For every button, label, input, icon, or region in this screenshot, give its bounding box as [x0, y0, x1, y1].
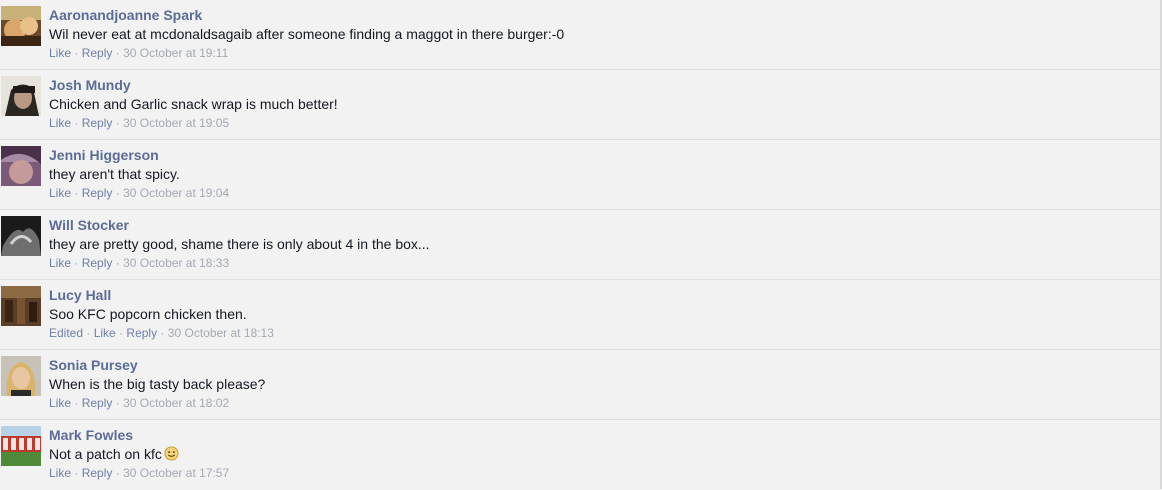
- comment-item: Sonia Pursey When is the big tasty back …: [0, 350, 1160, 420]
- separator: ·: [119, 326, 124, 340]
- avatar[interactable]: [1, 6, 41, 46]
- like-link[interactable]: Like: [94, 326, 116, 340]
- comment-item: Mark Fowles Not a patch on kfc Like · Re…: [0, 420, 1160, 490]
- separator: ·: [74, 396, 79, 410]
- comment-author[interactable]: Jenni Higgerson: [49, 147, 159, 164]
- avatar[interactable]: [1, 286, 41, 326]
- like-link[interactable]: Like: [49, 116, 71, 130]
- avatar[interactable]: [1, 76, 41, 116]
- comment-meta: Like · Reply · 30 October at 19:04: [49, 186, 229, 201]
- avatar[interactable]: [1, 146, 41, 186]
- separator: ·: [115, 256, 120, 270]
- comment-meta: Like · Reply · 30 October at 17:57: [49, 466, 229, 481]
- separator: ·: [115, 186, 120, 200]
- reply-link[interactable]: Reply: [82, 46, 113, 60]
- comment-text: they are pretty good, shame there is onl…: [49, 236, 430, 252]
- comment-timestamp[interactable]: 30 October at 18:13: [168, 326, 274, 340]
- comment-author[interactable]: Mark Fowles: [49, 427, 133, 444]
- comment-text: they aren't that spicy.: [49, 166, 180, 182]
- separator: ·: [74, 116, 79, 130]
- avatar-image: [1, 216, 41, 256]
- separator: ·: [74, 186, 79, 200]
- comment-item: Aaronandjoanne Spark Wil never eat at mc…: [0, 0, 1160, 70]
- comment-timestamp[interactable]: 30 October at 18:02: [123, 396, 229, 410]
- comment-item: Jenni Higgerson they aren't that spicy. …: [0, 140, 1160, 210]
- separator: ·: [160, 326, 165, 340]
- avatar-image: [1, 426, 41, 466]
- avatar-image: [1, 286, 41, 326]
- comment-meta: Like · Reply · 30 October at 18:02: [49, 396, 229, 411]
- separator: ·: [86, 326, 91, 340]
- comment-timestamp[interactable]: 30 October at 19:11: [123, 46, 228, 60]
- like-link[interactable]: Like: [49, 466, 71, 480]
- separator: ·: [115, 466, 120, 480]
- comment-timestamp[interactable]: 30 October at 17:57: [123, 466, 229, 480]
- comment-timestamp[interactable]: 30 October at 19:04: [123, 186, 229, 200]
- comment-timestamp[interactable]: 30 October at 18:33: [123, 256, 229, 270]
- comment-author[interactable]: Lucy Hall: [49, 287, 111, 304]
- comment-text: Wil never eat at mcdonaldsagaib after so…: [49, 26, 565, 42]
- comment-author[interactable]: Aaronandjoanne Spark: [49, 7, 202, 24]
- separator: ·: [74, 256, 79, 270]
- comment-author[interactable]: Josh Mundy: [49, 77, 131, 94]
- comment-author[interactable]: Sonia Pursey: [49, 357, 138, 374]
- comment-timestamp[interactable]: 30 October at 19:05: [123, 116, 229, 130]
- comment-item: Will Stocker they are pretty good, shame…: [0, 210, 1160, 280]
- comment-text-content: Not a patch on kfc: [49, 446, 162, 462]
- avatar[interactable]: [1, 426, 41, 466]
- comment-item: Lucy Hall Soo KFC popcorn chicken then. …: [0, 280, 1160, 350]
- comment-text: When is the big tasty back please?: [49, 376, 266, 392]
- comment-text: Not a patch on kfc: [49, 446, 179, 465]
- like-link[interactable]: Like: [49, 46, 71, 60]
- reply-link[interactable]: Reply: [82, 396, 113, 410]
- like-link[interactable]: Like: [49, 256, 71, 270]
- avatar-image: [1, 6, 41, 46]
- comment-item: Josh Mundy Chicken and Garlic snack wrap…: [0, 70, 1160, 140]
- smiley-emoji-icon: [164, 446, 179, 465]
- comment-list: Aaronandjoanne Spark Wil never eat at mc…: [0, 0, 1160, 490]
- reply-link[interactable]: Reply: [82, 466, 113, 480]
- avatar-image: [1, 76, 41, 116]
- comment-meta: Like · Reply · 30 October at 19:11: [49, 46, 228, 61]
- separator: ·: [115, 46, 120, 60]
- avatar-image: [1, 146, 41, 186]
- comment-author[interactable]: Will Stocker: [49, 217, 129, 234]
- comment-text: Soo KFC popcorn chicken then.: [49, 306, 247, 322]
- avatar[interactable]: [1, 356, 41, 396]
- avatar-image: [1, 356, 41, 396]
- separator: ·: [115, 396, 120, 410]
- edited-link[interactable]: Edited: [49, 326, 83, 340]
- avatar[interactable]: [1, 216, 41, 256]
- comment-meta: Edited · Like · Reply · 30 October at 18…: [49, 326, 274, 341]
- comment-meta: Like · Reply · 30 October at 19:05: [49, 116, 229, 131]
- comment-text: Chicken and Garlic snack wrap is much be…: [49, 96, 338, 112]
- reply-link[interactable]: Reply: [126, 326, 157, 340]
- reply-link[interactable]: Reply: [82, 116, 113, 130]
- reply-link[interactable]: Reply: [82, 186, 113, 200]
- separator: ·: [115, 116, 120, 130]
- comment-meta: Like · Reply · 30 October at 18:33: [49, 256, 229, 271]
- like-link[interactable]: Like: [49, 186, 71, 200]
- like-link[interactable]: Like: [49, 396, 71, 410]
- separator: ·: [74, 466, 79, 480]
- reply-link[interactable]: Reply: [82, 256, 113, 270]
- separator: ·: [74, 46, 79, 60]
